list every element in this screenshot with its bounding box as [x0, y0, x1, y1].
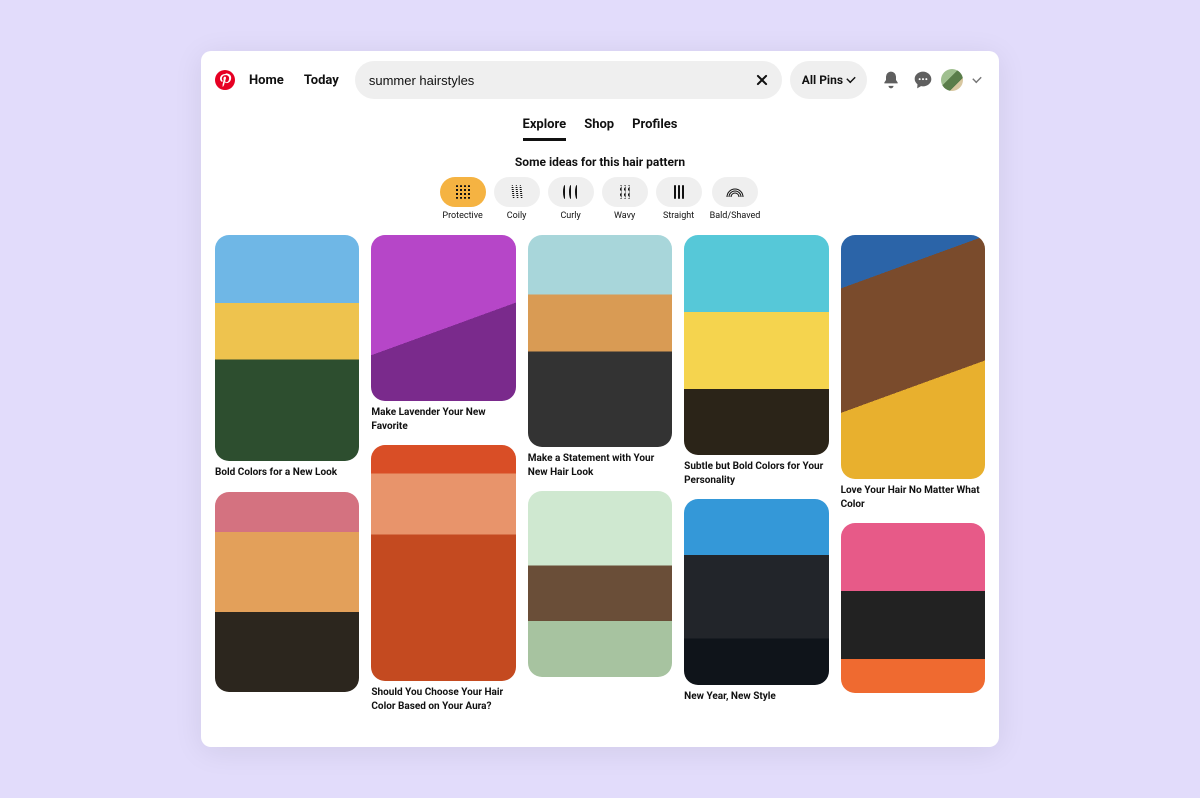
pin-title: Make Lavender Your New Favorite	[371, 406, 515, 433]
chip-straight[interactable]: Straight	[656, 177, 702, 221]
chip-label: Bald/Shaved	[710, 211, 761, 221]
pin-card[interactable]	[841, 523, 985, 693]
pin-image	[371, 445, 515, 681]
pin-image	[215, 235, 359, 461]
result-tabs: Explore Shop Profiles	[201, 113, 999, 141]
bald-icon	[712, 177, 758, 207]
pin-card[interactable]	[215, 492, 359, 692]
header: Home Today All Pins	[201, 51, 999, 107]
pin-card[interactable]: Subtle but Bold Colors for Your Personal…	[684, 235, 828, 487]
pin-title: Subtle but Bold Colors for Your Personal…	[684, 460, 828, 487]
tab-shop[interactable]: Shop	[584, 113, 614, 141]
pin-card[interactable]: Love Your Hair No Matter What Color	[841, 235, 985, 511]
app-window: Home Today All Pins Explore Shop Profile…	[201, 51, 999, 747]
pin-card[interactable]: Bold Colors for a New Look	[215, 235, 359, 480]
straight-icon	[656, 177, 702, 207]
pin-image	[371, 235, 515, 401]
pin-image	[841, 523, 985, 693]
pinterest-logo-icon[interactable]	[213, 68, 237, 92]
search-input[interactable]	[369, 73, 748, 88]
pin-image	[215, 492, 359, 692]
pin-image	[841, 235, 985, 479]
pin-image	[528, 235, 672, 447]
notifications-button[interactable]	[877, 66, 905, 94]
coily-icon	[494, 177, 540, 207]
section-heading: Some ideas for this hair pattern	[201, 155, 999, 169]
wavy-icon	[602, 177, 648, 207]
filter-pill[interactable]: All Pins	[790, 61, 867, 99]
pin-card[interactable]: New Year, New Style	[684, 499, 828, 704]
pin-title: Bold Colors for a New Look	[215, 466, 359, 480]
chip-label: Curly	[560, 211, 580, 221]
messages-button[interactable]	[909, 66, 937, 94]
chip-bald-shaved[interactable]: Bald/Shaved	[710, 177, 761, 221]
chip-coily[interactable]: Coily	[494, 177, 540, 221]
pin-image	[684, 499, 828, 685]
pin-grid: Bold Colors for a New Look Make Lavender…	[201, 229, 999, 713]
nav-today[interactable]: Today	[296, 67, 347, 94]
tab-explore[interactable]: Explore	[523, 113, 567, 141]
pin-image	[684, 235, 828, 455]
account-menu-button[interactable]	[967, 66, 987, 94]
pin-card[interactable]: Make Lavender Your New Favorite	[371, 235, 515, 433]
pin-card[interactable]: Make a Statement with Your New Hair Look	[528, 235, 672, 479]
chip-label: Coily	[507, 211, 527, 221]
chip-label: Protective	[442, 211, 482, 221]
chevron-down-icon	[847, 76, 855, 84]
pin-card[interactable]	[528, 491, 672, 677]
tab-profiles[interactable]: Profiles	[632, 113, 677, 141]
protective-icon	[440, 177, 486, 207]
pin-title: Should You Choose Your Hair Color Based …	[371, 686, 515, 713]
pin-title: New Year, New Style	[684, 690, 828, 704]
avatar[interactable]	[941, 69, 963, 91]
chip-label: Wavy	[614, 211, 635, 221]
chip-wavy[interactable]: Wavy	[602, 177, 648, 221]
pin-title: Make a Statement with Your New Hair Look	[528, 452, 672, 479]
chip-label: Straight	[663, 211, 694, 221]
search-bar[interactable]	[355, 61, 782, 99]
chip-protective[interactable]: Protective	[440, 177, 486, 221]
curly-icon	[548, 177, 594, 207]
pin-image	[528, 491, 672, 677]
hair-pattern-chips: Protective Coily Curly Wavy Straight	[201, 177, 999, 221]
filter-label: All Pins	[802, 73, 843, 87]
clear-search-button[interactable]	[748, 66, 776, 94]
pin-card[interactable]: Should You Choose Your Hair Color Based …	[371, 445, 515, 713]
chip-curly[interactable]: Curly	[548, 177, 594, 221]
pin-title: Love Your Hair No Matter What Color	[841, 484, 985, 511]
chevron-down-icon	[973, 76, 981, 84]
nav-home[interactable]: Home	[241, 67, 292, 94]
